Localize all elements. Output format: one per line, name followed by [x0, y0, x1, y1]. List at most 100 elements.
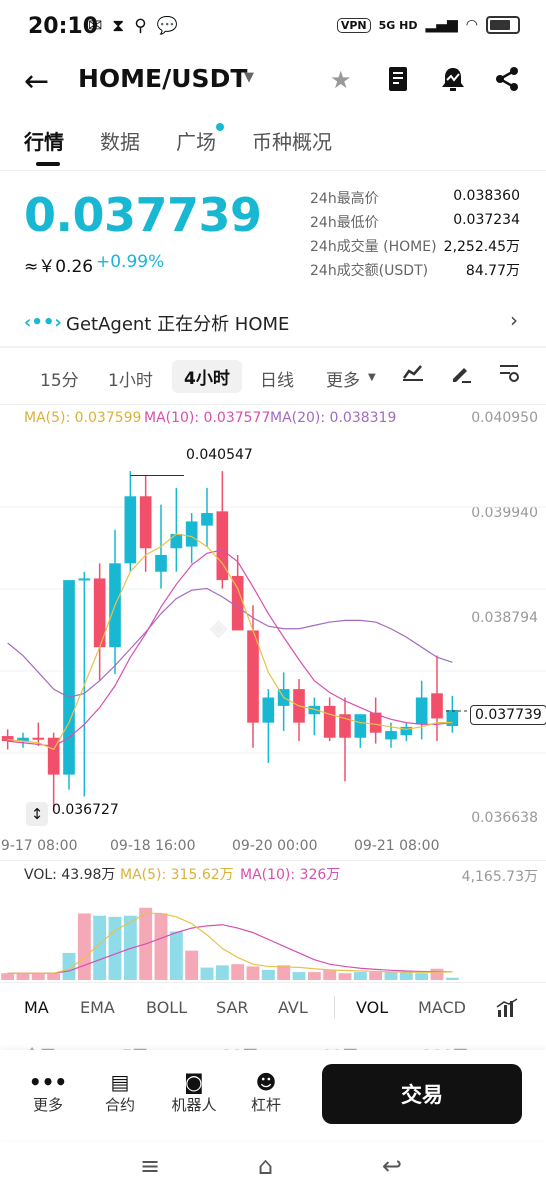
candle-body — [185, 521, 198, 547]
wifi-icon: ◠ — [465, 17, 478, 33]
settings-icon[interactable] — [498, 362, 520, 389]
tab-market[interactable]: 行情 — [24, 126, 64, 155]
more-icon: ••• — [28, 1070, 68, 1094]
chevron-right-icon: › — [510, 308, 518, 332]
indicator-avl[interactable]: AVL — [278, 998, 308, 1017]
contract-button[interactable]: ▤ 合约 — [90, 1070, 150, 1115]
share-icon[interactable] — [494, 66, 520, 98]
indicator-sar[interactable]: SAR — [216, 998, 249, 1017]
leverage-button[interactable]: ☻ 杠杆 — [236, 1070, 296, 1115]
timeframe-15m[interactable]: 15分 — [40, 366, 79, 391]
alert-bell-icon[interactable] — [440, 66, 466, 98]
chat-icon: 💬 — [156, 16, 178, 36]
agent-text: GetAgent 正在分析 HOME — [66, 314, 290, 335]
indicator-vol[interactable]: VOL — [356, 998, 388, 1017]
lock-icon: ⚲ — [134, 16, 147, 36]
divider — [0, 982, 546, 983]
last-price: 0.037739 — [24, 188, 262, 242]
candle-body — [201, 513, 213, 526]
home-nav-icon[interactable]: ⌂ — [258, 1152, 273, 1180]
x-tick: 09-21 08:00 — [354, 838, 440, 854]
tab-square[interactable]: 广场 — [176, 126, 216, 155]
candle-body — [63, 580, 75, 775]
timeframe-1h[interactable]: 1小时 — [108, 366, 153, 391]
back-arrow-icon[interactable]: ← — [24, 64, 49, 99]
volume-bar — [430, 968, 444, 980]
candle-body — [262, 697, 275, 723]
price-change: +0.99% — [96, 252, 165, 272]
robot-icon: ◙ — [184, 1070, 204, 1094]
divider — [0, 170, 546, 171]
timeframe-4h[interactable]: 4小时 — [172, 360, 242, 393]
volume-chart — [1, 907, 459, 980]
volume-bar — [231, 964, 245, 980]
indicator-settings-icon[interactable] — [496, 998, 518, 1022]
timeframe-1d[interactable]: 日线 — [260, 366, 294, 391]
tab-data[interactable]: 数据 — [100, 126, 140, 155]
volume-bar — [108, 916, 122, 980]
volume-bar — [292, 972, 306, 980]
tab-coin-overview[interactable]: 币种概况 — [252, 126, 332, 155]
candlestick-chart[interactable]: ◈ — [0, 425, 546, 835]
contract-label: 合约 — [104, 1096, 135, 1114]
divider — [0, 346, 546, 348]
candle-body — [78, 578, 91, 581]
notification-icons: ✉ ⧗ ⚲ 💬 — [88, 16, 178, 36]
chart-type-icon[interactable] — [402, 362, 424, 387]
volume-bar — [1, 973, 15, 980]
agent-banner[interactable]: ‹••› GetAgent 正在分析 HOME › — [0, 296, 546, 344]
x-tick: 09-17 08:00 — [0, 838, 78, 854]
star-icon[interactable]: ★ — [330, 66, 352, 94]
scroll-handle-icon[interactable]: ↕ — [26, 802, 48, 826]
divider — [334, 996, 335, 1018]
indicator-ema[interactable]: EMA — [80, 998, 115, 1017]
trade-button[interactable]: 交易 — [322, 1064, 522, 1124]
high-value: 0.038360 — [453, 188, 520, 204]
volume-bar — [353, 972, 367, 980]
back-nav-icon[interactable]: ↩ — [382, 1152, 402, 1180]
indicator-boll[interactable]: BOLL — [146, 998, 187, 1017]
candle-body — [431, 693, 443, 719]
low-label: 24h最低价 — [310, 215, 379, 231]
menu-nav-icon[interactable]: ≡ — [140, 1152, 160, 1180]
indicator-macd[interactable]: MACD — [418, 998, 466, 1017]
mail-icon: ✉ — [88, 16, 103, 36]
low-value: 0.037234 — [453, 212, 520, 228]
battery-icon — [486, 16, 520, 34]
more-button[interactable]: ••• 更多 — [18, 1070, 78, 1115]
timeframe-more[interactable]: 更多 — [326, 366, 360, 391]
high-label: 24h最高价 — [310, 191, 379, 207]
robot-button[interactable]: ◙ 机器人 — [164, 1070, 224, 1115]
status-bar: 20:10 ✉ ⧗ ⚲ 💬 VPN 5G HD ▂▄▆ ◠ — [0, 0, 546, 58]
candle-body — [385, 731, 397, 740]
volume-bar — [169, 931, 183, 980]
draw-tool-icon[interactable] — [450, 362, 472, 389]
leverage-label: 杠杆 — [250, 1096, 281, 1114]
volume-bar — [215, 965, 229, 980]
low-price-label: 0.036727 — [52, 802, 119, 818]
candle-body — [415, 697, 428, 725]
indicator-ma[interactable]: MA — [24, 998, 49, 1017]
x-tick: 09-18 16:00 — [110, 838, 196, 854]
divider — [0, 404, 546, 405]
caret-down-icon[interactable]: ▼ — [244, 70, 254, 85]
notebook-icon[interactable] — [386, 66, 410, 98]
caret-down-icon[interactable]: ▼ — [368, 372, 376, 383]
volume-bar — [77, 913, 91, 980]
volume-label: 24h成交量 (HOME) — [310, 239, 437, 255]
candle-body — [323, 705, 336, 738]
candle-body — [231, 575, 244, 631]
volume-bar — [384, 972, 398, 980]
candle-body — [247, 630, 259, 723]
notification-dot — [216, 123, 224, 131]
active-tab-indicator — [36, 162, 60, 166]
signal-bars-icon: ▂▄▆ — [425, 17, 458, 33]
candle-body — [170, 533, 183, 549]
pair-title[interactable]: HOME/USDT — [78, 64, 247, 93]
volume-bar — [261, 969, 275, 980]
candle-body — [354, 714, 367, 738]
divider — [0, 860, 546, 861]
signal-icon: 5G HD — [378, 18, 418, 32]
volume-value: 2,252.45万 — [443, 239, 520, 255]
contract-icon: ▤ — [110, 1070, 130, 1094]
